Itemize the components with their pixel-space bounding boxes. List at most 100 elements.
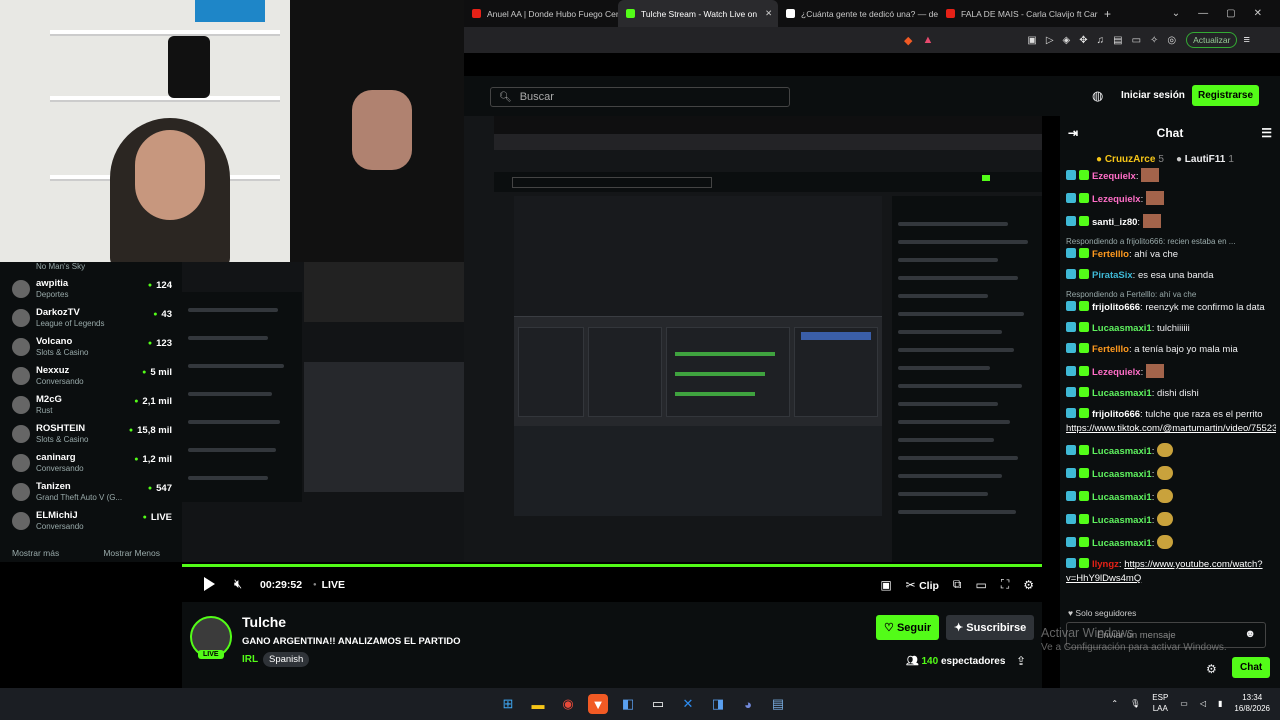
chat-username[interactable]: Lezequielx xyxy=(1092,367,1141,378)
clock[interactable]: 13:34 16/8/2026 xyxy=(1234,692,1270,714)
theater-icon[interactable]: ▣ xyxy=(880,578,891,592)
chat-username[interactable]: frijolito666 xyxy=(1092,302,1140,313)
browser-tab[interactable]: FALA DE MAIS - Carla Clavijo ft Car xyxy=(938,0,1098,27)
show-more-link[interactable]: Mostrar más xyxy=(12,548,59,558)
chat-settings-icon[interactable]: ⚙ xyxy=(1206,662,1217,676)
menu-icon[interactable]: ≡ xyxy=(1243,34,1249,46)
discord-icon[interactable]: ◕ xyxy=(738,694,758,714)
channel-item[interactable]: caninargConversando 1,2 mil xyxy=(12,450,172,478)
close-icon[interactable]: ✕ xyxy=(765,8,772,19)
chat-username[interactable]: Lucaasmaxi1 xyxy=(1092,538,1152,549)
channel-item[interactable]: awpitiaDeportes 124 xyxy=(12,276,172,304)
browser-tab[interactable]: Anuel AA | Donde Hubo Fuego Cen xyxy=(464,0,618,27)
channel-name: M2cG xyxy=(36,394,62,405)
chat-link[interactable]: https://www.tiktok.com/@martumartin/vide… xyxy=(1066,423,1276,434)
vscode-icon[interactable]: ✕ xyxy=(678,694,698,714)
chat-username[interactable]: Fertelllo xyxy=(1092,249,1129,260)
chat-username[interactable]: frijolito666 xyxy=(1092,409,1140,420)
notepad-icon[interactable]: ▤ xyxy=(768,694,788,714)
channel-category: Conversando xyxy=(36,377,84,386)
brave-icon[interactable]: ▼ xyxy=(588,694,608,714)
chat-username[interactable]: PirataSix xyxy=(1092,270,1133,281)
progress-bar[interactable] xyxy=(182,564,1042,567)
browser-tab-active[interactable]: Tulche Stream - Watch Live on ✕ xyxy=(618,0,778,27)
chat-username[interactable]: Lucaasmaxi1 xyxy=(1092,515,1152,526)
search-input[interactable]: 🔍︎ Buscar xyxy=(490,87,790,107)
sidebar-icon[interactable]: ▤ xyxy=(1113,35,1122,46)
windows-start-icon[interactable]: ⊞ xyxy=(498,694,518,714)
cast-icon[interactable]: ▭ xyxy=(975,578,986,592)
channel-item[interactable]: NexxuzConversando 5 mil xyxy=(12,363,172,391)
brave-shield-icon[interactable]: ◆ xyxy=(904,34,912,47)
pip-icon[interactable]: ⧉ xyxy=(953,577,962,592)
collapse-chat-icon[interactable]: ⇥ xyxy=(1068,126,1078,140)
chat-username[interactable]: Lucaasmaxi1 xyxy=(1092,323,1152,334)
maximize-button[interactable]: ▢ xyxy=(1226,8,1235,19)
chat-username[interactable]: Lucaasmaxi1 xyxy=(1092,469,1152,480)
vpn-icon[interactable]: ◎ xyxy=(1167,35,1176,46)
extension-icon[interactable]: ▣ xyxy=(1027,35,1036,46)
language-tag[interactable]: Spanish xyxy=(263,652,310,667)
stream-category[interactable]: IRL xyxy=(242,654,258,665)
new-tab-button[interactable]: + xyxy=(1104,7,1111,21)
chat-username[interactable]: santi_iz80 xyxy=(1092,217,1137,228)
globe-icon[interactable]: ◍ xyxy=(1092,88,1103,104)
live-indicator[interactable]: LIVE xyxy=(313,579,345,591)
gear-icon[interactable]: ⚙ xyxy=(1023,578,1034,592)
avatar xyxy=(12,338,30,356)
channel-item[interactable]: VolcanoSlots & Casino 123 xyxy=(12,334,172,362)
chat-username[interactable]: Ezequielx xyxy=(1092,171,1136,182)
chat-username[interactable]: Lucaasmaxi1 xyxy=(1092,446,1152,457)
subscribe-button[interactable]: ✦ Suscribirse xyxy=(946,615,1035,640)
play-icon[interactable]: ▷ xyxy=(1046,35,1054,46)
register-button[interactable]: Registrarse xyxy=(1192,85,1260,106)
chat-username[interactable]: Lezequielx xyxy=(1092,194,1141,205)
users-list-icon[interactable]: ☰ xyxy=(1261,126,1272,140)
terminal-icon[interactable]: ▭ xyxy=(648,694,668,714)
channel-item[interactable]: ROSHTEINSlots & Casino 15,8 mil xyxy=(12,421,172,449)
fullscreen-icon[interactable]: ⛶ xyxy=(1001,577,1009,592)
puzzle-icon[interactable]: ✥ xyxy=(1079,35,1087,46)
send-chat-button[interactable]: Chat xyxy=(1232,657,1271,678)
chat-username[interactable]: Lucaasmaxi1 xyxy=(1092,388,1152,399)
gifter[interactable]: ● LautiF11 1 xyxy=(1176,154,1234,165)
rewards-icon[interactable]: ▲ xyxy=(922,34,933,47)
chrome-icon[interactable]: ◉ xyxy=(558,694,578,714)
minimize-button[interactable]: — xyxy=(1198,8,1208,19)
volume-icon[interactable]: ◁ xyxy=(1200,699,1206,708)
update-button[interactable]: Actualizar xyxy=(1186,32,1238,48)
microphone-icon[interactable]: 🎙︎ xyxy=(1130,699,1140,708)
chat-username[interactable]: Fertelllo xyxy=(1092,344,1129,355)
channel-item[interactable]: M2cGRust 2,1 mil xyxy=(12,392,172,420)
language-indicator[interactable]: ESP LAA xyxy=(1152,692,1168,714)
emoji-icon[interactable]: ☻ xyxy=(1244,628,1256,640)
channel-item[interactable]: ELMichiJConversando LIVE xyxy=(12,508,172,536)
clip-button[interactable]: ✂ Clip xyxy=(906,578,939,592)
mute-icon[interactable]: 🔇︎ xyxy=(234,576,242,592)
app-icon[interactable]: ◧ xyxy=(618,694,638,714)
chevron-down-icon[interactable]: ⌄ xyxy=(1172,8,1180,19)
share-icon[interactable]: ⇪ xyxy=(1016,654,1026,668)
battery-icon[interactable]: ▮ xyxy=(1218,699,1222,708)
show-less-link[interactable]: Mostrar Menos xyxy=(103,548,160,558)
file-explorer-icon[interactable]: ▬ xyxy=(528,694,548,714)
extension-icon[interactable]: ◈ xyxy=(1063,35,1071,46)
close-window-button[interactable]: ✕ xyxy=(1254,8,1262,19)
gifter[interactable]: ● CruuzArce 5 xyxy=(1096,154,1164,165)
channel-item[interactable]: TanizenGrand Theft Auto V (G... 547 xyxy=(12,479,172,507)
channel-item[interactable]: DarkozTVLeague of Legends 43 xyxy=(12,305,172,333)
app-icon[interactable]: ◨ xyxy=(708,694,728,714)
chat-username[interactable]: llyngz xyxy=(1092,559,1119,570)
network-icon[interactable]: ▭ xyxy=(1180,699,1188,708)
follow-button[interactable]: ♡ Seguir xyxy=(876,615,940,640)
wallet-icon[interactable]: ▭ xyxy=(1132,35,1141,46)
chat-username[interactable]: Lucaasmaxi1 xyxy=(1092,492,1152,503)
browser-tab[interactable]: ¿Cuánta gente te dedicó una? — de xyxy=(778,0,938,27)
play-button[interactable] xyxy=(204,577,215,591)
music-icon[interactable]: ♫ xyxy=(1097,35,1105,46)
verified-badge-icon xyxy=(1079,468,1089,478)
channel-name[interactable]: Tulche xyxy=(242,614,286,630)
ai-icon[interactable]: ✧ xyxy=(1150,35,1158,46)
login-button[interactable]: Iniciar sesión xyxy=(1121,90,1185,101)
chevron-up-icon[interactable]: ⌃ xyxy=(1111,699,1118,708)
